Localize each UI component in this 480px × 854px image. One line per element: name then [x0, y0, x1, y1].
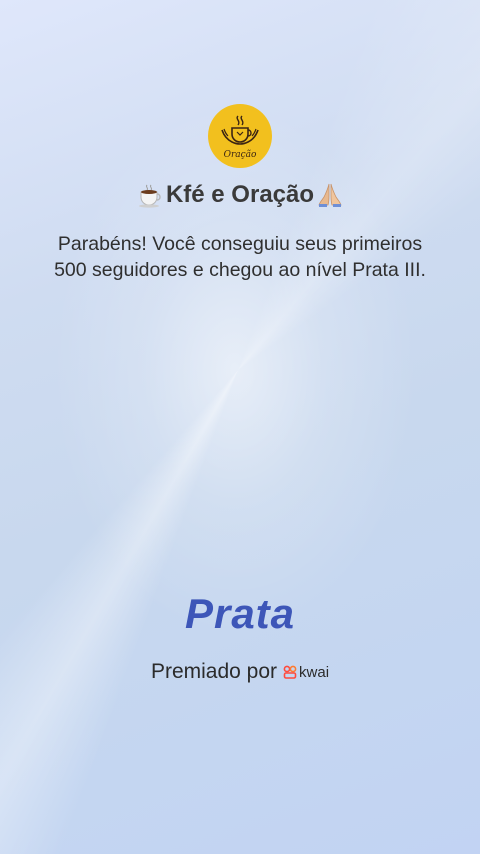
channel-title: Kfé e Oração: [0, 181, 480, 209]
channel-logo: Oração: [208, 104, 272, 168]
awarded-by: Premiado por kwai: [0, 660, 480, 684]
awarded-by-label: Premiado por: [150, 660, 278, 683]
level-name: Prata: [184, 590, 296, 637]
kwai-brand: kwai: [283, 664, 329, 681]
kwai-logo-icon: [283, 665, 297, 679]
congratulation-message: Parabéns! Você conseguiu seus primeiros …: [54, 233, 426, 281]
kwai-brand-name: kwai: [299, 663, 330, 681]
channel-name: Kfé e Oração: [165, 181, 315, 208]
coffee-hands-logo-icon: Oração: [221, 115, 259, 160]
coffee-cup-icon: [136, 181, 164, 209]
achievement-screen: { "channel": { "logo_text": "Oração", "n…: [0, 0, 480, 854]
praying-hands-icon: [316, 181, 344, 209]
logo-text: Oração: [224, 149, 257, 160]
